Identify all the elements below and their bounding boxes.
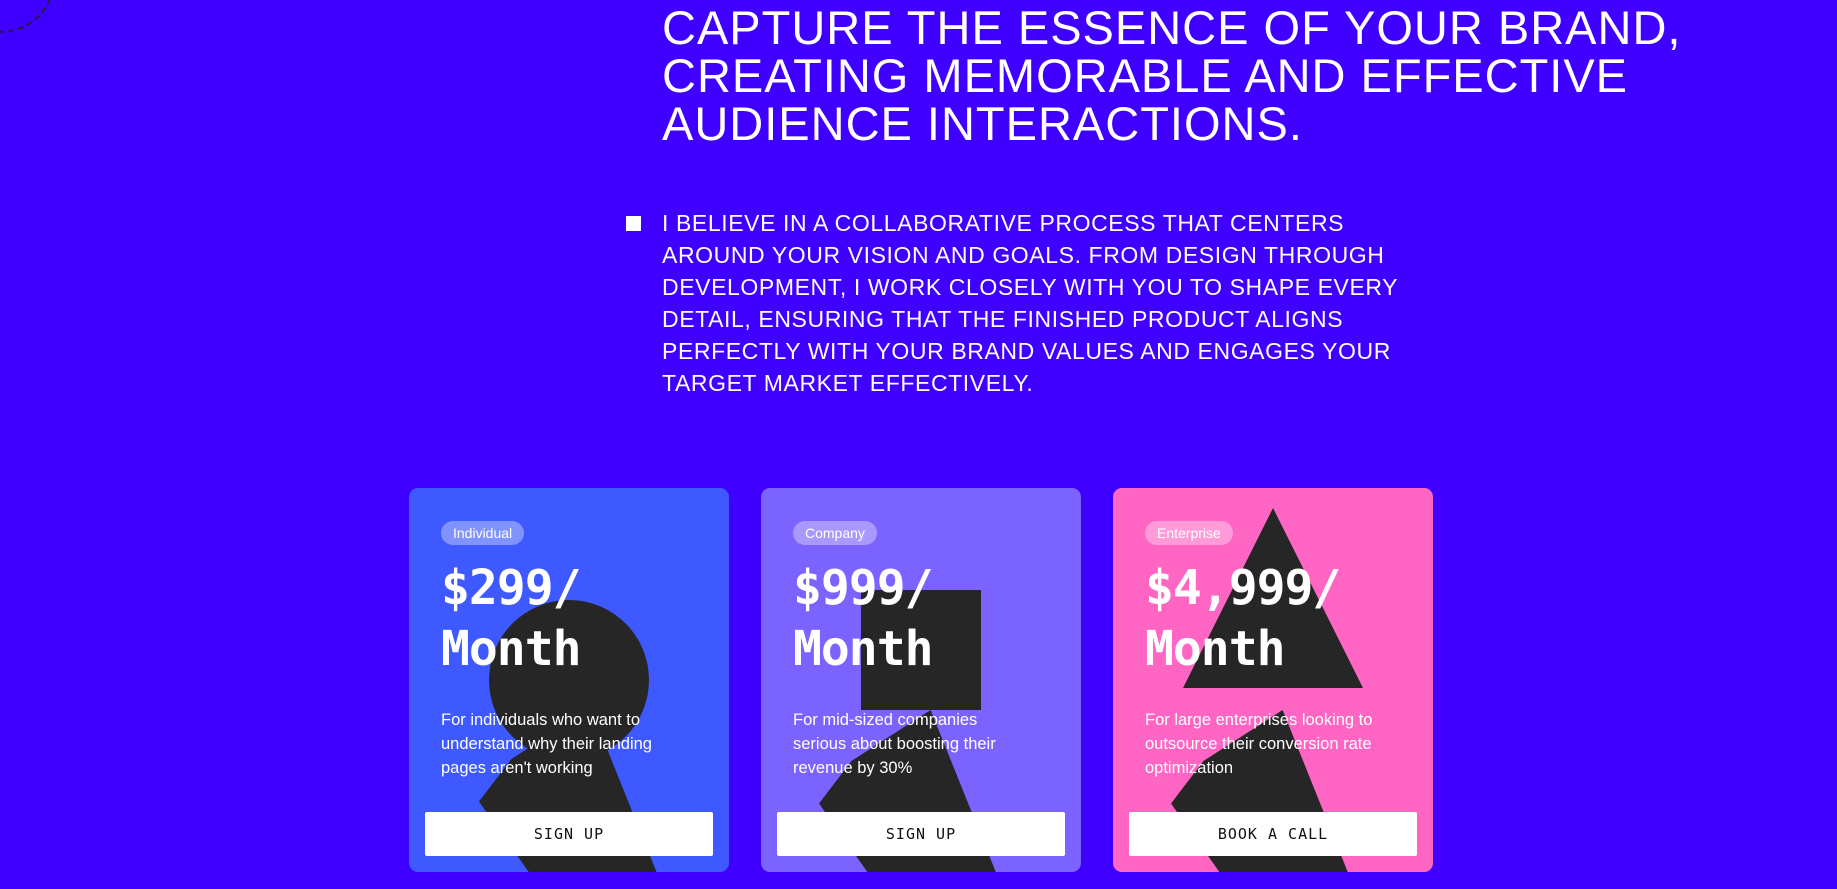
plan-description: For individuals who want to understand w… — [441, 708, 703, 780]
hero-body-text: I BELIEVE IN A COLLABORATIVE PROCESS THA… — [662, 207, 1422, 399]
desc-line: For mid-sized companies — [793, 711, 978, 729]
desc-line: For large enterprises looking to — [1145, 711, 1373, 729]
book-a-call-button[interactable]: BOOK A CALL — [1129, 812, 1417, 856]
desc-line: For individuals who want to — [441, 711, 641, 729]
desc-line: outsource their conversion rate — [1145, 735, 1372, 753]
price-period: Month — [793, 621, 933, 677]
body-line: DEVELOPMENT, I WORK CLOSELY WITH YOU TO … — [662, 274, 1399, 300]
price-amount: $999/ — [793, 560, 933, 616]
plan-price: $4,999/ Month — [1145, 558, 1341, 680]
plan-description: For mid-sized companies serious about bo… — [793, 708, 1055, 780]
price-amount: $299/ — [441, 560, 581, 616]
body-line: I BELIEVE IN A COLLABORATIVE PROCESS THA… — [662, 210, 1345, 236]
sign-up-button[interactable]: SIGN UP — [777, 812, 1065, 856]
body-line: PERFECTLY WITH YOUR BRAND VALUES AND ENG… — [662, 338, 1391, 364]
plan-description: For large enterprises looking to outsour… — [1145, 708, 1407, 780]
pricing-card-individual: Individual $299/ Month For individuals w… — [409, 488, 729, 872]
plan-tag: Enterprise — [1145, 521, 1233, 545]
desc-line: serious about boosting their — [793, 735, 996, 753]
plan-price: $999/ Month — [793, 558, 933, 680]
square-bullet-icon — [626, 216, 641, 231]
plan-price: $299/ Month — [441, 558, 581, 680]
headline-line: AUDIENCE INTERACTIONS. — [662, 97, 1303, 150]
plan-tag: Company — [793, 521, 877, 545]
hero-headline: CAPTURE THE ESSENCE OF YOUR BRAND, CAPTU… — [662, 0, 1712, 148]
body-line: DETAIL, ENSURING THAT THE FINISHED PRODU… — [662, 306, 1344, 332]
plan-tag: Individual — [441, 521, 525, 545]
decorative-arc — [0, 0, 78, 55]
desc-line: understand why their landing — [441, 735, 652, 753]
price-period: Month — [1145, 621, 1286, 677]
desc-line: pages aren't working — [441, 759, 593, 777]
pricing-card-company: Company $999/ Month For mid-sized compan… — [761, 488, 1081, 872]
headline-line: CAPTURE THE ESSENCE OF YOUR BRAND, — [662, 1, 1682, 54]
body-line: TARGET MARKET EFFECTIVELY. — [662, 370, 1034, 396]
price-amount: $4,999/ — [1145, 560, 1341, 616]
sign-up-button[interactable]: SIGN UP — [425, 812, 713, 856]
desc-line: optimization — [1145, 759, 1234, 777]
body-line: AROUND YOUR VISION AND GOALS. FROM DESIG… — [662, 242, 1385, 268]
headline-line: CREATING MEMORABLE AND EFFECTIVE — [662, 49, 1629, 102]
price-period: Month — [441, 621, 581, 677]
pricing-card-enterprise: Enterprise $4,999/ Month For large enter… — [1113, 488, 1433, 872]
desc-line: revenue by 30% — [793, 759, 913, 777]
